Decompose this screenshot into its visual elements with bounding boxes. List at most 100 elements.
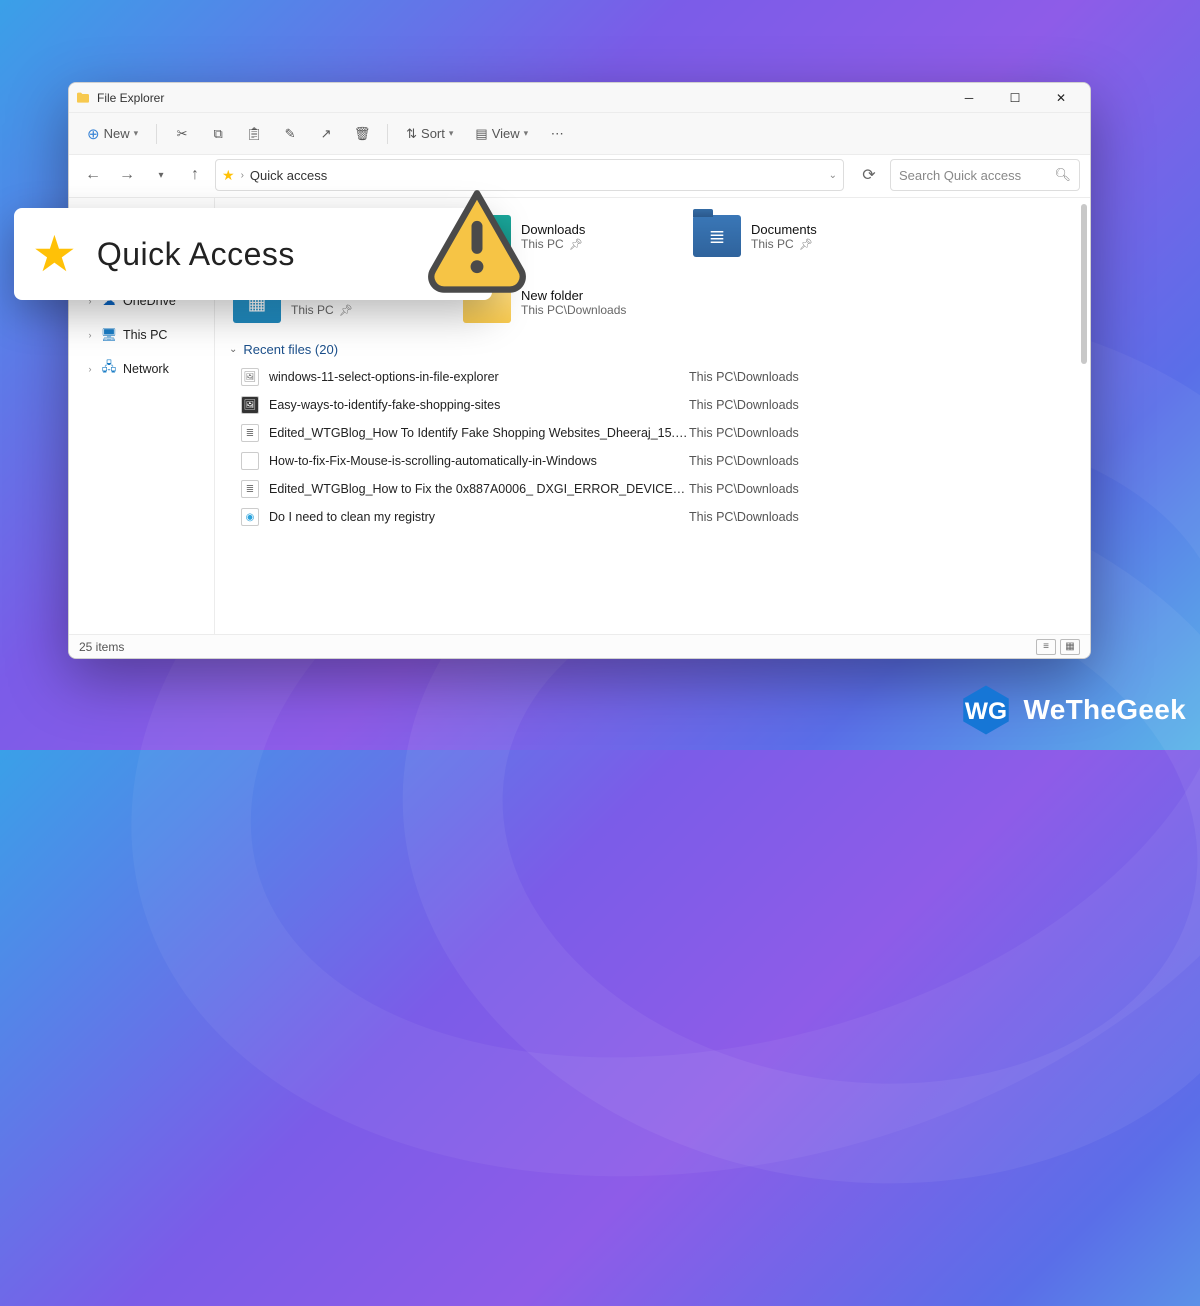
- status-bar: 25 items ≡ ▦: [69, 634, 1090, 658]
- folder-name: New folder: [521, 288, 626, 303]
- chevron-down-icon: ▾: [134, 128, 139, 139]
- sidebar-item-network[interactable]: › 🖧 Network: [69, 356, 214, 382]
- copy-button[interactable]: ⧉: [203, 119, 233, 149]
- scissors-icon: ✂: [177, 126, 188, 142]
- cut-button[interactable]: ✂: [167, 119, 197, 149]
- star-icon: ★: [222, 167, 235, 184]
- folder-tile-documents[interactable]: ≣ Documents This PC 📌︎: [693, 208, 893, 264]
- new-button[interactable]: ⊕ New ▾: [79, 119, 146, 149]
- warning-icon: [422, 186, 532, 296]
- window-title: File Explorer: [97, 91, 164, 105]
- refresh-button[interactable]: ⟳: [854, 161, 884, 189]
- file-icon: ≣: [241, 424, 259, 442]
- expand-icon[interactable]: ›: [85, 330, 95, 340]
- expand-icon[interactable]: ›: [85, 364, 95, 374]
- view-button[interactable]: ▤ View ▾: [467, 119, 536, 149]
- file-icon: ≣: [241, 480, 259, 498]
- ellipsis-icon: ⋯: [551, 126, 564, 142]
- pin-icon: 📌︎: [339, 305, 353, 317]
- sort-button-label: Sort: [421, 126, 445, 141]
- folder-location: This PC\Downloads: [521, 303, 626, 317]
- recent-files-list: 🖼︎ windows-11-select-options-in-file-exp…: [215, 361, 1090, 541]
- view-icon: ▤: [475, 126, 487, 142]
- file-explorer-window: File Explorer ─ ☐ ✕ ⊕ New ▾ ✂ ⧉ 📋︎ ✎ ↗ 🗑…: [68, 82, 1091, 659]
- file-icon: 🖼︎: [241, 396, 259, 414]
- sidebar-item-label: Network: [123, 362, 169, 376]
- address-path: Quick access: [250, 168, 327, 183]
- pin-icon: 📌︎: [799, 239, 813, 251]
- file-location: This PC\Downloads: [689, 370, 799, 384]
- svg-text:WG: WG: [964, 698, 1006, 725]
- search-placeholder: Search Quick access: [899, 168, 1021, 183]
- chevron-down-icon[interactable]: ⌄: [829, 170, 837, 181]
- more-button[interactable]: ⋯: [542, 119, 572, 149]
- search-input[interactable]: Search Quick access 🔍︎: [890, 159, 1080, 191]
- file-location: This PC\Downloads: [689, 454, 799, 468]
- file-location: This PC\Downloads: [689, 510, 799, 524]
- folder-location: This PC: [291, 303, 334, 317]
- up-button[interactable]: ↑: [181, 161, 209, 189]
- paste-button[interactable]: 📋︎: [239, 119, 269, 149]
- divider: [387, 124, 388, 144]
- chevron-down-icon: ▾: [449, 128, 454, 139]
- sidebar-item-label: This PC: [123, 328, 167, 342]
- sidebar-item-this-pc[interactable]: › 🖥︎ This PC: [69, 322, 214, 348]
- folder-icon: [75, 90, 91, 106]
- file-row[interactable]: 🖼︎ Easy-ways-to-identify-fake-shopping-s…: [241, 391, 1080, 419]
- rename-icon: ✎: [285, 126, 296, 142]
- network-icon: 🖧: [101, 361, 117, 377]
- new-button-label: New: [104, 126, 130, 141]
- toolbar: ⊕ New ▾ ✂ ⧉ 📋︎ ✎ ↗ 🗑︎ ⇅ Sort ▾ ▤ View ▾ …: [69, 113, 1090, 155]
- file-icon: 🖼︎: [241, 368, 259, 386]
- file-row[interactable]: ≣ Edited_WTGBlog_How to Fix the 0x887A00…: [241, 475, 1080, 503]
- search-icon: 🔍︎: [1054, 167, 1071, 183]
- back-button[interactable]: ←: [79, 161, 107, 189]
- scrollbar[interactable]: [1075, 198, 1089, 634]
- clipboard-icon: 📋︎: [246, 126, 263, 142]
- file-name: Easy-ways-to-identify-fake-shopping-site…: [269, 398, 689, 412]
- document-icon: ≣: [693, 215, 741, 257]
- minimize-button[interactable]: ─: [946, 83, 992, 113]
- item-count: 25 items: [79, 640, 124, 654]
- share-button[interactable]: ↗: [311, 119, 341, 149]
- folder-location: This PC: [751, 237, 794, 251]
- file-row[interactable]: ≣ Edited_WTGBlog_How To Identify Fake Sh…: [241, 419, 1080, 447]
- file-name: Edited_WTGBlog_How To Identify Fake Shop…: [269, 426, 689, 440]
- overlay-label: Quick Access: [97, 236, 295, 273]
- chevron-right-icon: ›: [241, 170, 244, 181]
- share-icon: ↗: [321, 126, 332, 142]
- pc-icon: 🖥︎: [101, 327, 117, 343]
- details-view-toggle[interactable]: ≡: [1036, 639, 1056, 655]
- forward-button[interactable]: →: [113, 161, 141, 189]
- file-name: windows-11-select-options-in-file-explor…: [269, 370, 689, 384]
- delete-button[interactable]: 🗑︎: [347, 119, 377, 149]
- sort-button[interactable]: ⇅ Sort ▾: [398, 119, 461, 149]
- chevron-down-icon: ▾: [524, 128, 529, 139]
- tiles-view-toggle[interactable]: ▦: [1060, 639, 1080, 655]
- recent-files-heading[interactable]: ⌄ Recent files (20): [215, 336, 1090, 361]
- titlebar: File Explorer ─ ☐ ✕: [69, 83, 1090, 113]
- view-button-label: View: [492, 126, 520, 141]
- plus-icon: ⊕: [87, 125, 100, 143]
- file-icon: ◉: [241, 508, 259, 526]
- pin-icon: 📌︎: [569, 239, 583, 251]
- star-icon: ★: [32, 225, 77, 283]
- rename-button[interactable]: ✎: [275, 119, 305, 149]
- chevron-down-icon: ⌄: [229, 344, 237, 355]
- watermark: WG WeTheGeek: [958, 682, 1186, 738]
- watermark-text: WeTheGeek: [1024, 694, 1186, 726]
- file-row[interactable]: 🖼︎ windows-11-select-options-in-file-exp…: [241, 363, 1080, 391]
- history-dropdown[interactable]: ▾: [147, 161, 175, 189]
- file-location: This PC\Downloads: [689, 426, 799, 440]
- file-location: This PC\Downloads: [689, 482, 799, 496]
- divider: [156, 124, 157, 144]
- wethegeek-logo-icon: WG: [958, 682, 1014, 738]
- file-row[interactable]: How-to-fix-Fix-Mouse-is-scrolling-automa…: [241, 447, 1080, 475]
- file-name: Do I need to clean my registry: [269, 510, 689, 524]
- file-row[interactable]: ◉ Do I need to clean my registry This PC…: [241, 503, 1080, 531]
- maximize-button[interactable]: ☐: [992, 83, 1038, 113]
- folder-name: Documents: [751, 222, 817, 237]
- trash-icon: 🗑︎: [354, 126, 371, 142]
- close-button[interactable]: ✕: [1038, 83, 1084, 113]
- copy-icon: ⧉: [213, 126, 222, 142]
